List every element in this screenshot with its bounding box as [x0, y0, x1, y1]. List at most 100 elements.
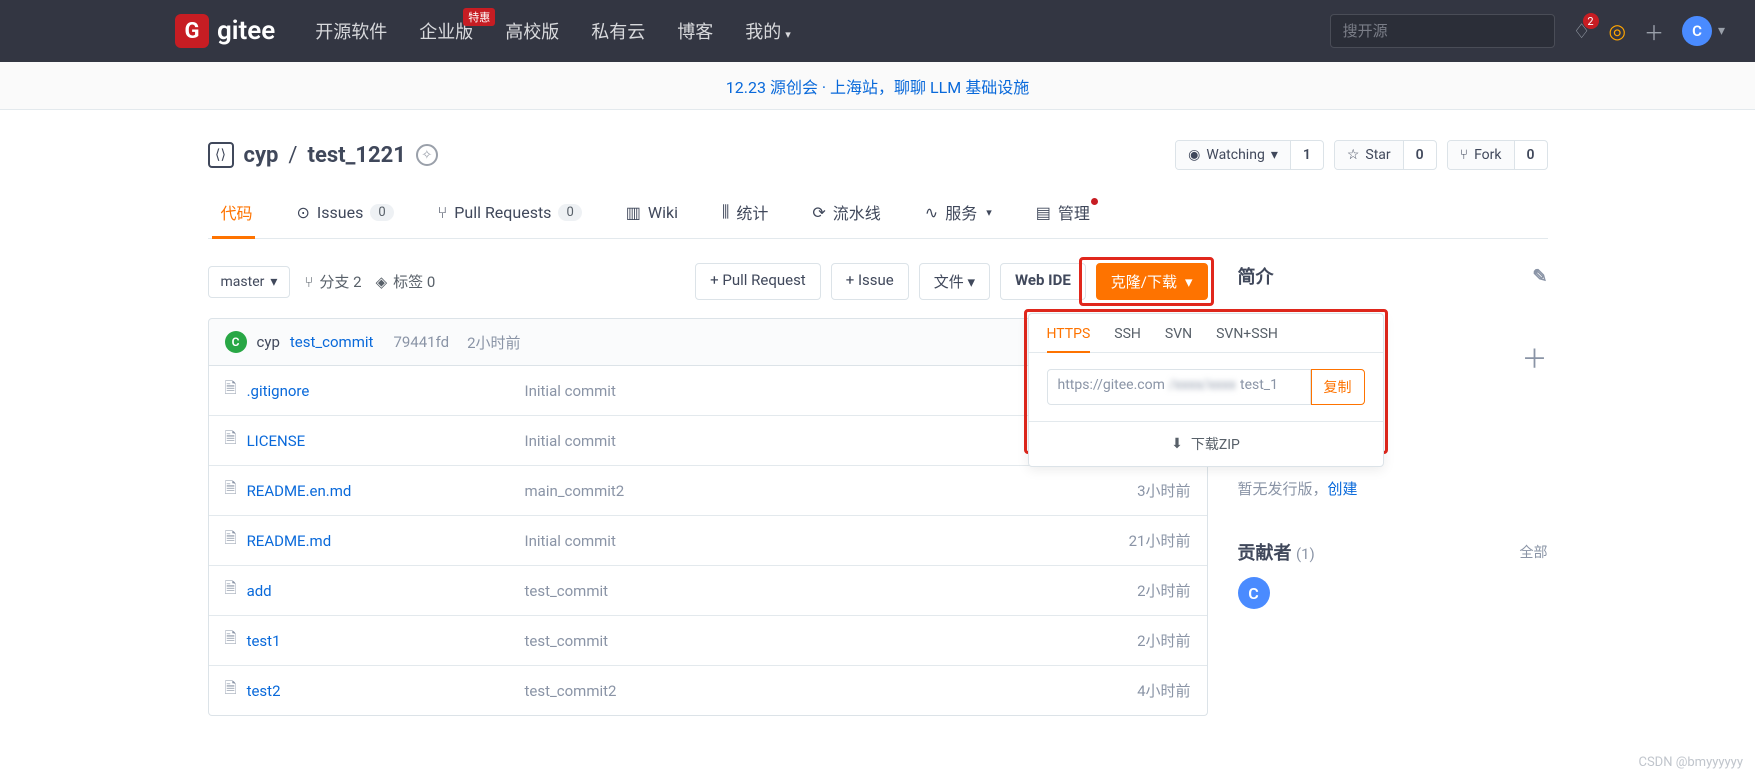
- contributors-all-link[interactable]: 全部: [1520, 542, 1548, 562]
- new-issue-button[interactable]: + Issue: [831, 263, 909, 300]
- commit-message[interactable]: test_commit: [290, 333, 374, 351]
- file-commit-msg[interactable]: test_commit: [525, 632, 1138, 650]
- nav-item[interactable]: 私有云: [591, 18, 645, 44]
- clone-tab-svn[interactable]: SVN: [1165, 326, 1192, 352]
- create-release-link[interactable]: 创建: [1328, 480, 1358, 498]
- contributors-count: (1): [1296, 545, 1315, 563]
- file-icon: 🗎: [225, 478, 237, 503]
- file-commit-msg[interactable]: test_commit2: [525, 682, 1138, 700]
- logo[interactable]: G gitee: [175, 14, 275, 48]
- file-row: 🗎test1test_commit2小时前: [209, 615, 1207, 665]
- clone-url-field[interactable]: https://gitee.com/xxxx/xxxxtest_1: [1047, 369, 1311, 405]
- fork-button[interactable]: ⑂ Fork 0: [1447, 140, 1548, 170]
- nav-item[interactable]: 企业版特惠: [419, 18, 473, 44]
- nav-item[interactable]: 我的▾: [745, 18, 791, 44]
- download-icon: ⬇: [1171, 436, 1183, 452]
- search-input[interactable]: [1330, 14, 1555, 48]
- file-time: 3小时前: [1137, 480, 1190, 501]
- edit-icon[interactable]: ✎: [1532, 266, 1547, 287]
- bulb-icon[interactable]: ◎: [1609, 19, 1626, 43]
- chevron-down-icon: ▾: [270, 274, 277, 290]
- tags-link[interactable]: ◈ 标签 0: [376, 271, 436, 292]
- new-pr-button[interactable]: + Pull Request: [695, 263, 821, 300]
- file-commit-msg[interactable]: Initial commit: [525, 532, 1129, 550]
- commit-author[interactable]: cyp: [257, 333, 280, 351]
- promo-badge: 特惠: [463, 8, 495, 26]
- tab-icon: ⑂: [438, 203, 448, 222]
- nav-item[interactable]: 博客: [677, 18, 713, 44]
- branches-link[interactable]: ⑂ 分支 2: [304, 271, 361, 292]
- files-button[interactable]: 文件 ▾: [919, 263, 990, 300]
- tab-统计[interactable]: ⫼统计: [720, 190, 770, 238]
- download-zip-button[interactable]: ⬇下载ZIP: [1029, 421, 1383, 466]
- tab-服务[interactable]: ∿服务▾: [923, 190, 994, 238]
- commit-sha[interactable]: 79441fd: [393, 333, 449, 351]
- notification-dot: [1091, 198, 1098, 205]
- avatar: C: [225, 331, 247, 353]
- medal-icon[interactable]: ✧: [416, 144, 438, 166]
- logo-text: gitee: [217, 16, 275, 46]
- watch-count: 1: [1290, 141, 1323, 169]
- file-time: 4小时前: [1137, 680, 1190, 701]
- tab-icon: ⟳: [812, 203, 825, 222]
- top-nav: G gitee 开源软件 企业版特惠 高校版 私有云 博客 我的▾ ♢2 ◎ ＋ C ▾: [0, 0, 1755, 62]
- tab-流水线[interactable]: ⟳流水线: [810, 190, 882, 238]
- file-time: 21小时前: [1129, 530, 1191, 551]
- file-row: 🗎 README.en.md main_commit23小时前: [209, 465, 1207, 515]
- file-icon: 🗎: [225, 678, 237, 703]
- copy-button[interactable]: 复制: [1311, 369, 1365, 405]
- file-link[interactable]: LICENSE: [247, 432, 306, 450]
- file-icon: 🗎: [225, 578, 237, 603]
- intro-title: 简介: [1238, 263, 1274, 289]
- watch-button[interactable]: ◉ Watching ▾ 1: [1175, 140, 1324, 170]
- commit-time: 2小时前: [467, 332, 520, 353]
- file-row: 🗎addtest_commit2小时前: [209, 565, 1207, 615]
- chevron-down-icon: ▾: [1185, 273, 1193, 291]
- file-commit-msg[interactable]: test_commit: [525, 582, 1138, 600]
- file-time: 2小时前: [1137, 630, 1190, 651]
- web-ide-button[interactable]: Web IDE: [1000, 263, 1086, 300]
- file-link[interactable]: .gitignore: [247, 382, 310, 400]
- announcement-link[interactable]: 12.23 源创会 · 上海站，聊聊 LLM 基础设施: [726, 74, 1029, 98]
- tab-代码[interactable]: 代码: [212, 190, 255, 238]
- star-button[interactable]: ☆ Star 0: [1334, 140, 1437, 170]
- file-link[interactable]: README.md: [247, 532, 332, 550]
- repo-name[interactable]: test_1221: [308, 143, 406, 168]
- bell-icon[interactable]: ♢2: [1573, 19, 1591, 43]
- chevron-down-icon: ▾: [1718, 23, 1725, 39]
- tab-icon: ∿: [925, 203, 938, 222]
- chevron-down-icon: ▾: [986, 206, 992, 219]
- nav-item[interactable]: 高校版: [505, 18, 559, 44]
- nav-item[interactable]: 开源软件: [315, 18, 387, 44]
- tab-管理[interactable]: ▤管理: [1034, 190, 1092, 238]
- tab-Pull Requests[interactable]: ⑂Pull Requests0: [436, 190, 584, 238]
- clone-download-button[interactable]: 克隆/下载▾: [1096, 263, 1208, 300]
- tab-icon: ⊙: [297, 203, 310, 222]
- count-badge: 0: [370, 204, 393, 221]
- file-link[interactable]: README.en.md: [247, 482, 352, 500]
- branch-select[interactable]: master▾: [208, 266, 291, 298]
- avatar: C: [1682, 16, 1712, 46]
- tab-Wiki[interactable]: ▥Wiki: [624, 190, 680, 238]
- tab-icon: ▤: [1036, 203, 1051, 222]
- watermark: CSDN @bmyyyyyy: [1639, 755, 1744, 770]
- file-icon: 🗎: [225, 528, 237, 553]
- file-link[interactable]: test1: [247, 632, 281, 650]
- user-menu[interactable]: C ▾: [1682, 16, 1725, 46]
- tab-icon: ▥: [626, 203, 641, 222]
- file-link[interactable]: test2: [247, 682, 281, 700]
- file-link[interactable]: add: [247, 582, 272, 600]
- file-commit-msg[interactable]: main_commit2: [525, 482, 1138, 500]
- repo-icon: ⟨⟩: [208, 142, 234, 168]
- file-icon: 🗎: [225, 378, 237, 403]
- clone-tab-https[interactable]: HTTPS: [1047, 326, 1091, 352]
- repo-owner[interactable]: cyp: [244, 143, 279, 168]
- announcement-banner: 12.23 源创会 · 上海站，聊聊 LLM 基础设施: [0, 62, 1755, 110]
- clone-dropdown: HTTPS SSH SVN SVN+SSH https://gitee.com/xxx…: [1028, 313, 1384, 467]
- contributor-avatar[interactable]: C: [1238, 577, 1270, 609]
- tab-Issues[interactable]: ⊙Issues0: [295, 190, 396, 238]
- plus-icon[interactable]: ＋: [1644, 17, 1664, 46]
- star-count: 0: [1403, 141, 1436, 169]
- clone-tab-ssh[interactable]: SSH: [1114, 326, 1141, 352]
- clone-tab-svn+ssh[interactable]: SVN+SSH: [1216, 326, 1278, 352]
